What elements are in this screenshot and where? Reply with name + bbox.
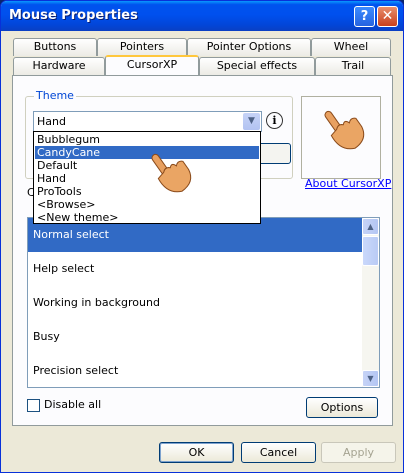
list-item[interactable]: Busy xyxy=(28,320,364,354)
tab-trail[interactable]: Trail xyxy=(315,57,391,75)
help-button[interactable]: ? xyxy=(354,6,375,27)
list-scrollbar[interactable]: ▲ ▼ xyxy=(362,218,379,387)
apply-button[interactable]: Apply xyxy=(321,442,396,463)
scroll-down-icon[interactable]: ▼ xyxy=(362,370,379,387)
titlebar: Mouse Properties ? ✕ xyxy=(1,1,403,31)
hand-pointer-icon xyxy=(151,153,192,193)
disable-all-row[interactable]: Disable all xyxy=(27,398,101,412)
cursor-preview xyxy=(301,96,381,179)
scroll-up-icon[interactable]: ▲ xyxy=(362,218,379,235)
dropdown-option[interactable]: Bubblegum xyxy=(35,133,259,146)
info-icon[interactable]: i xyxy=(266,112,283,129)
tab-hardware[interactable]: Hardware xyxy=(13,57,105,75)
list-item[interactable]: Working in background xyxy=(28,286,364,320)
mouse-properties-window: Mouse Properties ? ✕ Buttons Pointers Po… xyxy=(0,0,404,473)
options-button[interactable]: Options xyxy=(306,397,378,418)
tab-buttons[interactable]: Buttons xyxy=(13,38,97,56)
tab-strip: Buttons Pointers Pointer Options Wheel H… xyxy=(13,38,393,76)
scroll-thumb[interactable] xyxy=(362,236,379,266)
window-title: Mouse Properties xyxy=(9,8,138,23)
cancel-button[interactable]: Cancel xyxy=(241,442,316,463)
theme-group-label: Theme xyxy=(34,89,76,102)
ok-button[interactable]: OK xyxy=(159,442,234,463)
chevron-down-icon[interactable]: ▼ xyxy=(243,113,260,130)
theme-select[interactable]: Hand ▼ xyxy=(33,111,262,132)
cursorxp-panel: Theme Hand ▼ i About CursorXP C Normal s… xyxy=(12,75,393,426)
list-item[interactable]: Precision select xyxy=(28,354,364,387)
disable-all-label: Disable all xyxy=(44,398,102,411)
tab-cursorxp[interactable]: CursorXP xyxy=(105,55,199,75)
tab-pointers[interactable]: Pointers xyxy=(97,38,187,56)
theme-select-value: Hand xyxy=(37,115,66,128)
hand-pointer-icon xyxy=(324,110,365,150)
close-button[interactable]: ✕ xyxy=(377,6,398,27)
tab-wheel[interactable]: Wheel xyxy=(311,38,391,56)
tab-special-effects[interactable]: Special effects xyxy=(199,57,315,75)
disable-all-checkbox[interactable] xyxy=(27,398,40,412)
cursor-list[interactable]: Normal select Help select Working in bac… xyxy=(27,217,380,388)
about-cursorxp-link[interactable]: About CursorXP xyxy=(305,177,391,190)
list-item[interactable]: Help select xyxy=(28,252,364,286)
dropdown-option[interactable]: <New theme> xyxy=(35,211,259,224)
tab-pointer-options[interactable]: Pointer Options xyxy=(187,38,311,56)
